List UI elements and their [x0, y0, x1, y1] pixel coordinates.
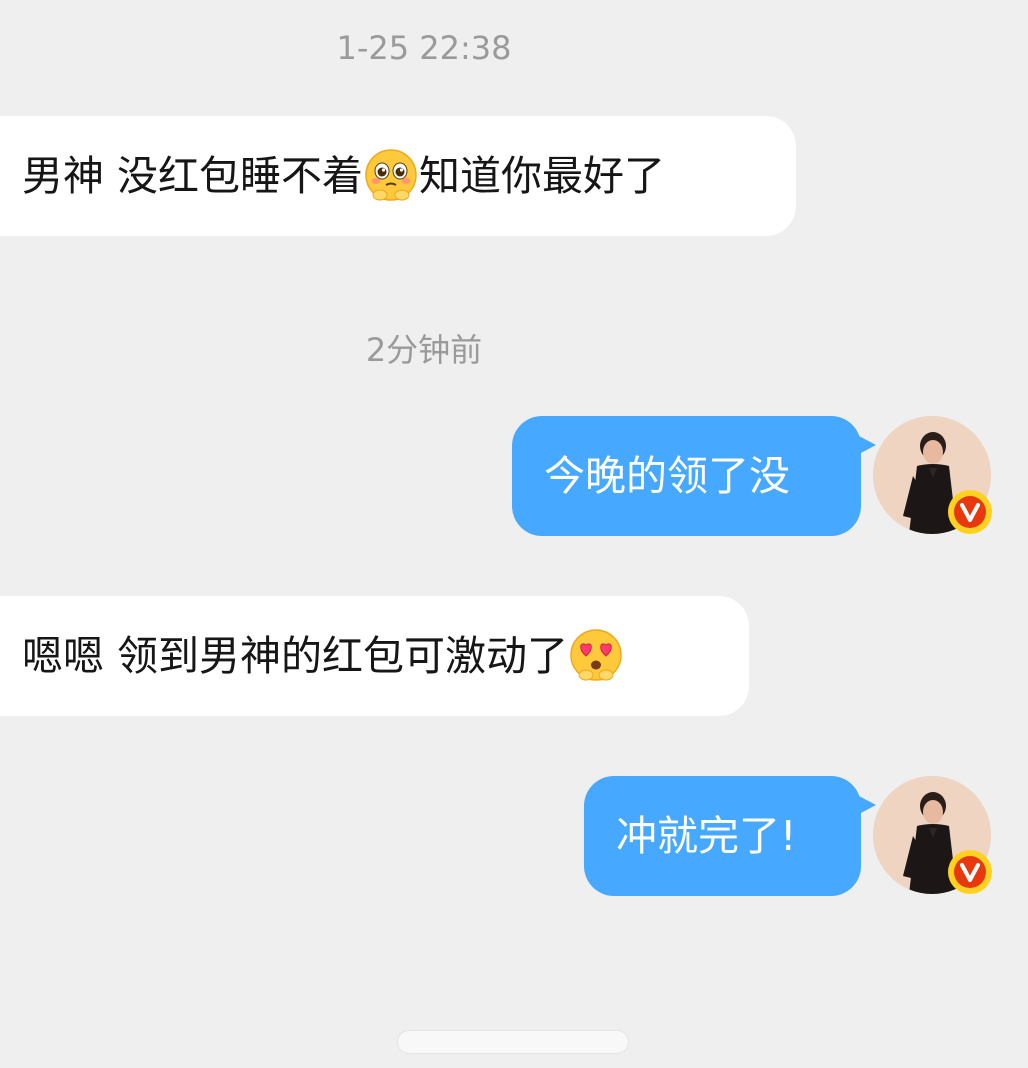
bubble-tail: [859, 436, 876, 454]
message-text: 嗯嗯 领到男神的红包可激动了: [22, 632, 569, 680]
incoming-message-bubble[interactable]: 嗯嗯 领到男神的红包可激动了: [0, 596, 749, 716]
incoming-message-bubble[interactable]: 男神 没红包睡不着 知道你最好了: [0, 116, 796, 236]
outgoing-message-bubble[interactable]: 今晚的领了没: [512, 416, 876, 536]
heart-eyes-emoji: [570, 629, 622, 681]
pleading-face-emoji: [365, 149, 417, 201]
message-text: 知道你最好了: [419, 152, 666, 200]
outgoing-message-bubble[interactable]: 冲就完了!: [584, 776, 876, 896]
user-avatar[interactable]: [873, 776, 992, 894]
verified-badge-icon: [948, 850, 992, 894]
message-text: 今晚的领了没: [544, 452, 790, 500]
timestamp: 1-25 22:38: [336, 29, 512, 67]
verified-badge-icon: [948, 490, 992, 534]
message-text: 男神 没红包睡不着: [22, 152, 364, 200]
timestamp: 2分钟前: [365, 331, 483, 369]
user-avatar[interactable]: [873, 416, 992, 534]
home-indicator[interactable]: [398, 1031, 628, 1053]
message-text: 冲就完了!: [616, 812, 797, 860]
bubble-tail: [859, 796, 876, 814]
